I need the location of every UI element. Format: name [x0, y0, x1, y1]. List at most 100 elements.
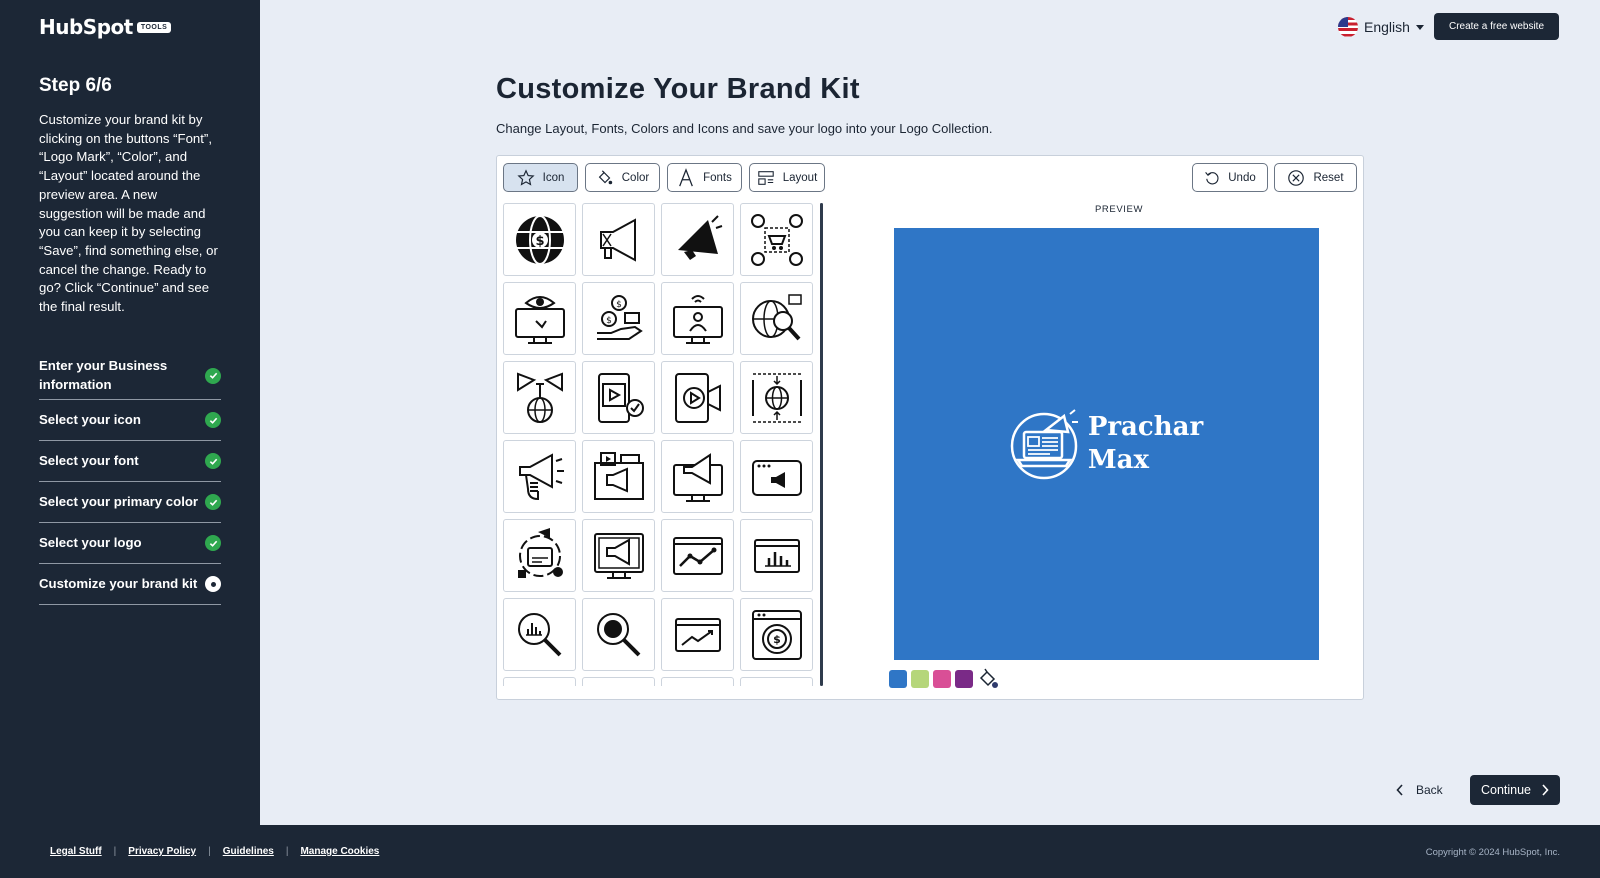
undo-button[interactable]: Undo [1192, 163, 1268, 192]
icon-option[interactable] [661, 282, 734, 355]
icon-grid-scrollbar[interactable] [820, 203, 823, 686]
monitor-eye-icon [514, 295, 565, 344]
icon-option[interactable] [740, 282, 813, 355]
guidelines-link[interactable]: Guidelines [223, 846, 274, 857]
close-circle-icon [1288, 169, 1305, 186]
footer-separator: | [113, 846, 117, 857]
brand-name-line-2: Max [1087, 445, 1149, 475]
icon-option[interactable] [503, 361, 576, 434]
language-label: English [1364, 19, 1410, 35]
icon-option[interactable] [582, 519, 655, 592]
step-item-logo: Select your logo [39, 523, 221, 564]
monitor-megaphone-icon [672, 452, 723, 502]
growth-screen-icon [674, 617, 721, 652]
network-cart-icon [750, 213, 803, 266]
color-swatch-green[interactable] [911, 670, 929, 688]
magnifier-chart-icon [517, 612, 561, 656]
browser-megaphone-icon [751, 459, 802, 496]
layout-tab-label: Layout [782, 171, 818, 184]
icon-option[interactable] [661, 440, 734, 513]
paint-bucket-icon[interactable] [977, 668, 999, 690]
language-selector[interactable]: English [1338, 17, 1424, 37]
color-swatch-purple[interactable] [955, 670, 973, 688]
svg-text:$: $ [535, 234, 544, 249]
icon-option[interactable]: $ $ [582, 282, 655, 355]
continue-label: Continue [1480, 783, 1532, 797]
back-button[interactable]: Back [1396, 775, 1443, 805]
brand-kit-editor: Icon Color Fonts Layout Undo Reset $ $$ [496, 155, 1364, 700]
icon-option[interactable] [661, 598, 734, 671]
icon-option[interactable] [661, 203, 734, 276]
page-subtitle: Change Layout, Fonts, Colors and Icons a… [496, 121, 993, 136]
chevron-left-icon [1396, 784, 1403, 796]
color-swatch-blue[interactable] [889, 670, 907, 688]
billboard-icon [593, 451, 644, 500]
icon-option[interactable]: $ [740, 598, 813, 671]
news-laptop-icon [1010, 409, 1078, 480]
icon-option[interactable] [582, 598, 655, 671]
brand-name: Prachar Max [1088, 411, 1203, 477]
icon-option[interactable]: $ [503, 203, 576, 276]
icon-option[interactable] [740, 203, 813, 276]
globe-search-icon [751, 293, 802, 340]
icon-tab-button[interactable]: Icon [503, 163, 578, 192]
icon-tab-label: Icon [542, 171, 565, 184]
check-circle-icon [205, 412, 221, 428]
partial-icon-4 [749, 686, 805, 687]
step-description: Customize your brand kit by clicking on … [39, 112, 218, 315]
check-circle-icon [205, 494, 221, 510]
icon-option[interactable] [503, 282, 576, 355]
continue-button[interactable]: Continue [1470, 775, 1560, 805]
icon-option[interactable] [740, 519, 813, 592]
icon-option[interactable] [503, 519, 576, 592]
icon-option[interactable] [740, 440, 813, 513]
reset-label: Reset [1313, 171, 1344, 184]
step-item-font: Select your font [39, 441, 221, 482]
privacy-policy-link[interactable]: Privacy Policy [128, 846, 196, 857]
manage-cookies-link[interactable]: Manage Cookies [300, 846, 379, 857]
footer-separator: | [285, 846, 289, 857]
star-icon [517, 168, 535, 186]
icon-option[interactable] [661, 677, 734, 686]
color-tab-button[interactable]: Color [585, 163, 660, 192]
icon-option[interactable] [503, 677, 576, 686]
scrollbar-thumb[interactable] [820, 203, 823, 686]
sidebar: HubSpot TOOLS Step 6/6 Customize your br… [0, 0, 260, 825]
icon-option[interactable] [582, 677, 655, 686]
caret-down-icon [1415, 24, 1424, 30]
globe-arrows-icon [751, 372, 802, 423]
browser-dollar-icon: $ [751, 609, 802, 660]
icon-option[interactable] [661, 519, 734, 592]
magnifier-solid-icon [596, 612, 640, 656]
copyright: Copyright © 2024 HubSpot, Inc. [1425, 847, 1560, 858]
social-cycle-icon [517, 527, 563, 578]
step-title: Step 6/6 [39, 75, 112, 96]
video-camera-phone-icon [674, 372, 721, 423]
step-label: Enter your Business information [39, 357, 168, 392]
check-circle-icon [205, 453, 221, 469]
icon-option[interactable] [740, 361, 813, 434]
check-circle-icon [205, 535, 221, 551]
icon-option[interactable] [740, 677, 813, 686]
hubspot-logo[interactable]: HubSpot TOOLS [39, 15, 172, 39]
legal-stuff-link[interactable]: Legal Stuff [50, 846, 102, 857]
steps-list: Enter your Business information Select y… [39, 352, 221, 605]
icon-option[interactable] [582, 440, 655, 513]
svg-text:$: $ [616, 300, 622, 310]
current-step-icon [205, 576, 221, 592]
icon-option[interactable] [503, 440, 576, 513]
icon-option[interactable] [582, 361, 655, 434]
icon-option[interactable] [661, 361, 734, 434]
color-swatch-pink[interactable] [933, 670, 951, 688]
back-label: Back [1416, 783, 1443, 797]
fonts-tab-button[interactable]: Fonts [667, 163, 742, 192]
step-item-customize: Customize your brand kit [39, 564, 221, 605]
step-item-icon: Select your icon [39, 400, 221, 441]
us-flag-icon [1338, 17, 1358, 37]
reset-button[interactable]: Reset [1274, 163, 1357, 192]
icon-option[interactable] [582, 203, 655, 276]
layout-tab-button[interactable]: Layout [749, 163, 825, 192]
create-website-button[interactable]: Create a free website [1434, 13, 1559, 40]
icon-option[interactable] [503, 598, 576, 671]
font-a-icon [679, 167, 693, 186]
